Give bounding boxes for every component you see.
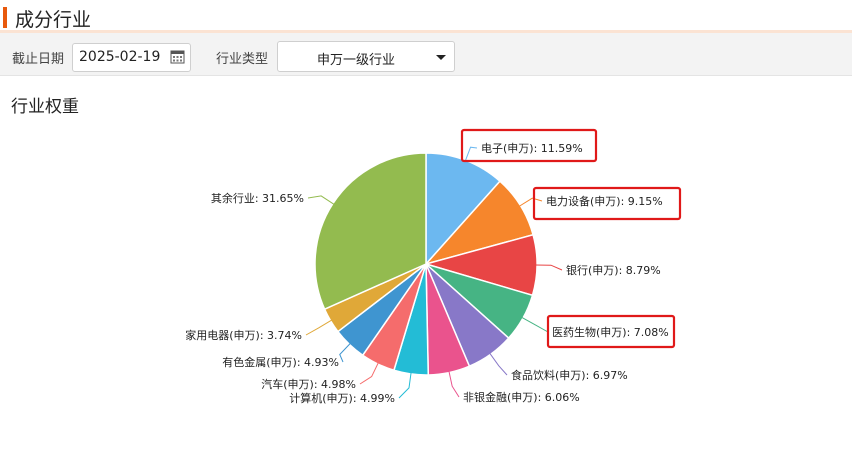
pie-slice-label: 银行(申万): 8.79% xyxy=(566,263,661,277)
industry-weight-pie-chart: 电子(申万): 11.59% 电力设备(申万): 9.15% 银行(申万): 8.7… xyxy=(185,128,682,405)
pie-slice-label: 医药生物(申万): 7.08% xyxy=(552,325,669,339)
pie-slice-label: 计算机(申万): 4.99% xyxy=(289,391,395,405)
chevron-down-icon[interactable] xyxy=(436,55,446,60)
industry-type-label: 行业类型 xyxy=(216,52,269,67)
pie-label-connector xyxy=(305,319,333,336)
header-bar: 成分行业 xyxy=(0,0,852,33)
date-label: 截止日期 xyxy=(12,52,65,67)
pie-slice-label: 有色金属(申万): 4.93% xyxy=(222,355,339,369)
industry-weight-panel: 行业权重 电子(申万): 11.59% 电力设备(申万): 9.15% 银行(申万)… xyxy=(0,76,852,454)
pie-slice-label: 其余行业: 31.65% xyxy=(211,191,304,205)
filter-toolbar: 截止日期 2025-02-19 行业类型 申万一级行业 xyxy=(0,33,852,76)
industry-type-value: 申万一级行业 xyxy=(317,53,396,68)
pie-slice-label: 家用电器(申万): 3.74% xyxy=(185,328,302,342)
industry-type-select[interactable]: 申万一级行业 xyxy=(277,41,455,72)
page-title: 成分行业 xyxy=(15,9,92,31)
pie-slice-label: 电力设备(申万): 9.15% xyxy=(546,194,663,208)
pie-label-connector xyxy=(520,316,549,333)
pie-label-connector xyxy=(534,264,563,271)
pie-slice-label: 食品饮料(申万): 6.97% xyxy=(511,368,628,382)
pie-label-connector xyxy=(339,342,352,363)
pie-label-connector xyxy=(398,371,412,399)
pie-label-connector xyxy=(359,361,380,385)
pie-slice-label: 非银金融(申万): 6.06% xyxy=(463,390,580,404)
calendar-icon[interactable] xyxy=(170,49,185,68)
pie-label-connector xyxy=(518,197,543,208)
title-accent-bar xyxy=(3,7,7,28)
date-value: 2025-02-19 xyxy=(79,49,161,65)
pie-slice-label: 汽车(申万): 4.98% xyxy=(261,377,356,391)
pie-slice-label: 电子(申万): 11.59% xyxy=(481,142,583,155)
pie-label-connector xyxy=(307,195,335,206)
pie-label-connector xyxy=(488,352,508,376)
pie-label-connector xyxy=(448,370,460,398)
date-input[interactable]: 2025-02-19 xyxy=(72,43,191,72)
